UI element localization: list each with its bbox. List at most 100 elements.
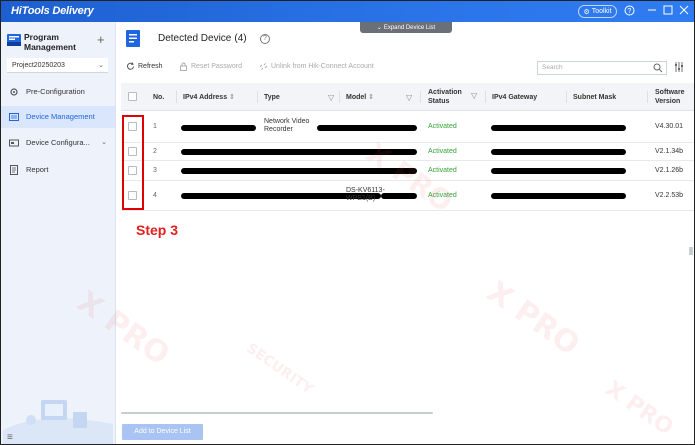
filter-icon[interactable]: ▽ <box>471 91 477 100</box>
device-list-icon <box>9 113 19 121</box>
refresh-button[interactable]: Refresh <box>126 62 163 71</box>
page-title: Detected Device (4) <box>158 33 247 44</box>
refresh-label: Refresh <box>138 63 163 70</box>
program-icon <box>7 34 21 46</box>
redaction-mark <box>491 125 626 131</box>
table-row[interactable]: 1 Network Video Recorder Activated V4.30… <box>121 111 694 143</box>
reset-password-button[interactable]: Reset Password <box>179 62 242 71</box>
step-highlight-box <box>122 115 144 210</box>
toolkit-icon: ⚙ <box>583 8 590 16</box>
sort-icon: ⇕ <box>368 94 375 101</box>
expand-device-list-label: Expand Device List <box>383 24 436 31</box>
lock-icon <box>180 62 187 71</box>
search-icon[interactable] <box>653 63 663 73</box>
toolkit-button[interactable]: ⚙ Toolkit <box>578 5 617 18</box>
sidebar-item-label: Device Management <box>26 112 95 121</box>
title-bar: HiTools Delivery ⚙ Toolkit ? <box>1 1 694 22</box>
gear-icon <box>10 88 18 96</box>
unlink-button[interactable]: Unlink from Hik-Connect Account <box>259 62 374 71</box>
watermark: X PRO <box>600 376 678 441</box>
activation-status: Activated <box>428 148 457 155</box>
step-label: Step 3 <box>136 222 179 238</box>
right-scroll-handle[interactable] <box>689 247 693 255</box>
table-header: No. IPv4 Address ⇕ Type ▽ Model ⇕ ▽ Activati… <box>121 83 694 111</box>
software-version: V2.1.26b <box>655 167 684 174</box>
app-window: HiTools Delivery ⚙ Toolkit ? ⌄ Expand De… <box>0 0 695 445</box>
column-divider <box>339 91 340 103</box>
column-divider <box>420 91 421 103</box>
app-title: HiTools Delivery <box>11 5 94 17</box>
column-divider <box>485 91 486 103</box>
unlink-icon <box>259 63 268 70</box>
sidebar-item-pre-configuration[interactable]: Pre-Configuration <box>1 81 115 103</box>
close-icon[interactable] <box>678 5 690 17</box>
sidebar-item-label: Pre-Configuration <box>26 87 85 96</box>
filter-icon: ▽ <box>406 92 413 102</box>
page-title-text: Detected Device <box>158 33 232 44</box>
sidebar-item-device-management[interactable]: Device Management <box>1 106 115 128</box>
column-header-ipv4[interactable]: IPv4 Address ⇕ <box>183 83 235 111</box>
row-number: 2 <box>153 148 157 155</box>
toolkit-label: Toolkit <box>591 8 612 15</box>
column-header-software: Software Version <box>655 89 685 105</box>
unlink-label: Unlink from Hik-Connect Account <box>271 63 374 70</box>
column-header-model[interactable]: Model ⇕ ▽ <box>346 83 412 111</box>
program-management-header: Program Management + <box>7 31 111 53</box>
sidebar-item-label: Device Configura... <box>26 138 90 147</box>
filter-icon: ▽ <box>328 92 335 102</box>
project-select[interactable]: Project20250203 ⌄ <box>7 58 108 73</box>
device-config-icon <box>9 139 19 147</box>
sidebar-item-device-configuration[interactable]: Device Configura... ⌄ <box>1 132 115 154</box>
software-version: V2.2.53b <box>655 192 684 199</box>
sort-icon: ⇕ <box>229 94 235 101</box>
row-number: 3 <box>153 167 157 174</box>
horizontal-scrollbar[interactable] <box>121 412 433 414</box>
column-divider <box>257 91 258 103</box>
redaction-mark <box>317 125 417 131</box>
redaction-mark <box>491 193 626 199</box>
detected-device-icon <box>126 30 140 47</box>
sidebar-item-report[interactable]: Report <box>1 159 115 181</box>
collapse-sidebar-icon[interactable]: ≡ <box>7 432 13 443</box>
program-management-title: Program Management <box>24 32 76 52</box>
help-icon[interactable]: ? <box>623 5 635 17</box>
select-all-checkbox[interactable] <box>128 92 137 101</box>
column-divider <box>647 91 648 103</box>
watermark: SECURITY <box>243 340 316 398</box>
row-number: 1 <box>153 123 157 130</box>
watermark: X PRO <box>480 274 586 363</box>
maximize-icon[interactable] <box>662 5 674 17</box>
expand-device-list-tab[interactable]: ⌄ Expand Device List <box>360 22 452 33</box>
column-divider <box>176 91 177 103</box>
minimize-icon[interactable] <box>646 5 658 17</box>
reset-password-label: Reset Password <box>191 63 242 70</box>
chevron-down-icon: ⌄ <box>376 25 382 31</box>
question-icon[interactable]: ? <box>260 34 270 44</box>
sidebar: Program Management + Project20250203 ⌄ P… <box>1 22 116 444</box>
redaction-mark <box>491 168 626 174</box>
svg-text:?: ? <box>627 8 631 15</box>
column-header-no: No. <box>153 93 165 101</box>
device-count: (4) <box>234 33 247 44</box>
sidebar-illustration <box>3 400 113 444</box>
software-version: V4.30.01 <box>655 123 684 130</box>
column-divider <box>566 91 567 103</box>
activation-status: Activated <box>428 123 457 130</box>
software-version: V2.1.34b <box>655 148 684 155</box>
search-input[interactable]: Search <box>537 61 667 75</box>
column-settings-icon[interactable] <box>674 61 684 73</box>
search-placeholder: Search <box>542 64 563 71</box>
redaction-mark <box>181 125 256 131</box>
refresh-icon <box>127 62 134 70</box>
project-select-value: Project20250203 <box>12 62 65 69</box>
chevron-down-icon: ⌄ <box>98 62 104 69</box>
add-to-device-list-button[interactable]: Add to Device List <box>122 424 203 440</box>
column-header-subnet: Subnet Mask <box>573 93 617 101</box>
column-header-type[interactable]: Type ▽ <box>264 83 334 111</box>
redaction-mark <box>491 149 626 155</box>
chevron-down-icon: ⌄ <box>101 139 107 146</box>
column-header-activation[interactable]: Activation Status <box>428 83 462 111</box>
add-program-button[interactable]: + <box>97 33 105 46</box>
report-icon <box>10 165 18 175</box>
row-number: 4 <box>153 192 157 199</box>
